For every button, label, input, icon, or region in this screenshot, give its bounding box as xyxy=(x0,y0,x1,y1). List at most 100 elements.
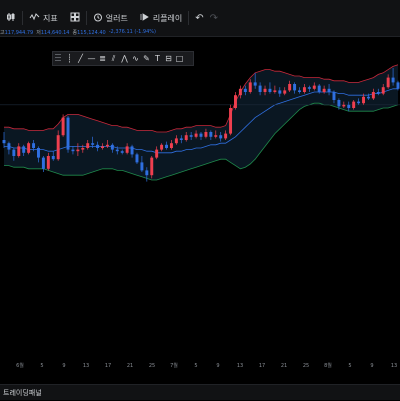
x-axis-tick-label: 21 xyxy=(127,363,133,369)
x-axis-tick-label: 25 xyxy=(303,363,309,369)
candle-body xyxy=(322,88,326,92)
candle-body xyxy=(184,135,188,140)
candle-body xyxy=(145,170,149,176)
candle-body xyxy=(347,104,351,108)
x-axis-tick-label: 25 xyxy=(149,363,155,369)
candle-body xyxy=(66,117,70,150)
ohlc-low-value: 114,640.14 xyxy=(40,30,70,36)
candle-body xyxy=(342,104,346,107)
candle-body xyxy=(86,143,90,148)
candle-body xyxy=(96,144,100,148)
candle-body xyxy=(219,135,223,139)
candle-body xyxy=(224,133,228,139)
x-axis-tick-label: 21 xyxy=(281,363,287,369)
candle-body xyxy=(298,90,301,92)
candle-body xyxy=(243,88,247,92)
undo-button[interactable]: ↶ xyxy=(189,0,209,36)
replay-icon xyxy=(140,12,150,25)
candle-body xyxy=(150,157,154,176)
candle-body xyxy=(140,162,144,171)
candle-body xyxy=(12,149,16,156)
candle-body xyxy=(199,133,203,137)
x-axis-tick-label: 17 xyxy=(259,363,265,369)
candle-body xyxy=(302,87,306,92)
candle-body xyxy=(125,146,129,153)
candle-body xyxy=(337,100,341,107)
x-axis-tick-label: 6월 xyxy=(16,362,24,369)
undo-icon: ↶ xyxy=(195,12,204,24)
x-axis-tick-label: 13 xyxy=(237,363,243,369)
candle-body xyxy=(317,85,321,92)
candle-body xyxy=(110,144,114,150)
ohlc-legend: 고117,944.79 저114,640.14 종115,124.40 -2,3… xyxy=(0,29,156,39)
candle-body xyxy=(229,108,233,134)
candle-body xyxy=(189,135,193,137)
candle-body xyxy=(41,157,45,169)
x-axis-tick-label: 5 xyxy=(348,363,351,369)
candle-body xyxy=(293,84,297,91)
candle-body xyxy=(376,92,380,94)
candle-body xyxy=(204,132,208,137)
candle-body xyxy=(101,146,104,148)
candle-body xyxy=(283,90,287,94)
replay-label: 리플레이 xyxy=(152,13,183,23)
candle-body xyxy=(120,151,124,153)
candle-body xyxy=(179,138,183,140)
x-axis-tick-label: 8월 xyxy=(324,362,332,369)
x-axis-tick-label: 13 xyxy=(391,363,397,369)
candle-body xyxy=(174,138,178,144)
x-axis-tick-label: 9 xyxy=(216,363,219,369)
candle-body xyxy=(135,154,139,163)
candle-body xyxy=(371,92,375,99)
candle-body xyxy=(391,77,395,83)
candle-body xyxy=(366,96,370,99)
candle-body xyxy=(381,87,385,94)
candle-body xyxy=(56,135,60,160)
x-axis-tick-label: 9 xyxy=(370,363,373,369)
candle-body xyxy=(32,143,36,148)
candle-body xyxy=(396,82,400,89)
candle-body xyxy=(169,143,173,148)
candle-body xyxy=(312,85,316,89)
x-axis-tick-label: 9 xyxy=(62,363,65,369)
candle-body xyxy=(91,143,95,145)
candle-body xyxy=(194,133,198,137)
candle-body xyxy=(238,88,242,96)
candle-body xyxy=(263,88,267,92)
bottom-panel-tab[interactable]: 트레이딩패널 xyxy=(0,384,400,400)
candle-body xyxy=(248,82,252,92)
indicators-label: 지표 xyxy=(43,13,58,23)
candle-body xyxy=(386,77,390,88)
candle-body xyxy=(357,101,361,104)
candle-body xyxy=(253,82,257,86)
candle-body xyxy=(258,85,262,92)
ohlc-change: -2,376.11 (-1.94%) xyxy=(108,29,156,35)
candle-body xyxy=(214,135,218,137)
price-chart[interactable]: 6월 5 9 13 17 21 25 7월 5 9 13 17 21 25 8월 5 9 13 xyxy=(0,40,400,380)
candle-body xyxy=(273,90,277,92)
x-axis-tick-label: 5 xyxy=(40,363,43,369)
ohlc-open-value: 117,944.79 xyxy=(4,30,34,36)
candle-body xyxy=(76,149,80,152)
candle-body xyxy=(51,156,55,160)
candle-body xyxy=(27,143,31,153)
candle-body xyxy=(36,148,40,158)
candle-body xyxy=(307,87,311,89)
candle-body xyxy=(81,148,85,150)
x-axis-tick-label: 17 xyxy=(105,363,111,369)
candle-body xyxy=(2,140,6,144)
candle-body xyxy=(115,149,119,152)
ohlc-close-value: 115,124.40 xyxy=(77,30,106,36)
candle-body xyxy=(46,156,50,169)
redo-button[interactable]: ↷ xyxy=(210,0,224,36)
alarm-clock-icon xyxy=(93,12,103,25)
candle-body xyxy=(268,88,272,92)
candle-body xyxy=(327,88,331,92)
alerts-label: 얼러트 xyxy=(105,13,128,23)
candle-body xyxy=(61,117,65,136)
function-icon xyxy=(29,12,40,25)
grid-icon xyxy=(70,12,80,25)
redo-icon: ↷ xyxy=(209,12,219,24)
candle-body xyxy=(105,144,109,147)
candle-body xyxy=(7,143,11,150)
